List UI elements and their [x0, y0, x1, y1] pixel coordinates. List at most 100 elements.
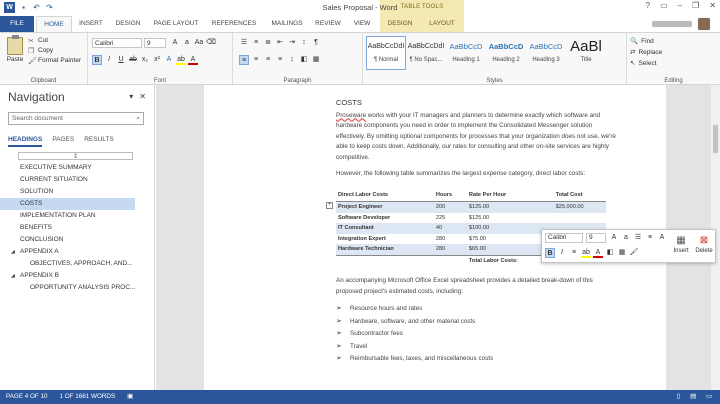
justify-icon[interactable]: ≡ — [275, 55, 285, 65]
bold-icon[interactable]: B — [92, 55, 102, 65]
expand-triangle-icon[interactable]: ◢ — [11, 246, 15, 258]
tab-references[interactable]: REFERENCES — [206, 16, 262, 32]
web-layout-icon[interactable]: ▭ — [706, 390, 712, 404]
nav-heading-item[interactable]: OPPORTUNITY ANALYSIS PROC... — [0, 282, 154, 294]
table-cell[interactable]: 280 — [434, 234, 467, 245]
nav-heading-item[interactable]: ◢ APPENDIX A — [0, 246, 154, 258]
style-normal[interactable]: AaBbCcDdI ¶ Normal — [366, 36, 406, 70]
replace-button[interactable]: ⇄ Replace — [630, 47, 662, 58]
table-row[interactable]: Project Engineer 200 $125.00 $25,000.00 — [336, 201, 606, 213]
table-cell[interactable] — [336, 254, 434, 266]
highlight-icon[interactable]: ab — [176, 55, 186, 65]
sort-icon[interactable]: ↕ — [299, 38, 309, 48]
help-icon[interactable]: ? — [646, 1, 650, 10]
shrink-font-icon[interactable]: a — [182, 38, 192, 48]
ribbon-display-icon[interactable]: ▭ — [660, 1, 668, 10]
styles-icon[interactable]: A — [657, 233, 667, 243]
read-mode-icon[interactable]: ▯ — [677, 390, 680, 404]
chevron-down-icon[interactable]: ▾ — [129, 92, 133, 101]
nav-heading-item[interactable]: EXECUTIVE SUMMARY — [0, 162, 154, 174]
highlight-icon[interactable]: ab — [581, 248, 591, 258]
copy-button[interactable]: ❐ Copy — [28, 46, 81, 56]
tab-page-layout[interactable]: PAGE LAYOUT — [148, 16, 204, 32]
tab-table-design[interactable]: DESIGN — [380, 16, 420, 32]
tab-review[interactable]: REVIEW — [311, 16, 345, 32]
tab-table-layout[interactable]: LAYOUT — [420, 16, 464, 32]
table-cell[interactable] — [554, 213, 606, 224]
italic-icon[interactable]: I — [104, 55, 114, 65]
borders-icon[interactable]: ▦ — [617, 248, 627, 258]
nav-heading-item[interactable]: COSTS — [0, 198, 135, 210]
show-marks-icon[interactable]: ¶ — [311, 38, 321, 48]
font-color-icon[interactable]: A — [188, 55, 198, 65]
search-icon[interactable]: ⌕ — [136, 113, 140, 124]
tab-results[interactable]: RESULTS — [84, 136, 114, 147]
print-layout-icon[interactable]: ▤ — [690, 390, 696, 404]
superscript-icon[interactable]: x² — [152, 55, 162, 65]
font-size-select[interactable]: 9 — [144, 38, 166, 48]
borders-icon[interactable]: ▦ — [311, 55, 321, 65]
grow-font-icon[interactable]: A — [170, 38, 180, 48]
tab-view[interactable]: VIEW — [347, 16, 377, 32]
table-row[interactable]: Software Developer 225 $125.00 — [336, 213, 606, 224]
tab-design[interactable]: DESIGN — [110, 16, 146, 32]
shading-icon[interactable]: ◧ — [605, 248, 615, 258]
tab-insert[interactable]: INSERT — [74, 16, 108, 32]
font-color-icon[interactable]: A — [593, 248, 603, 258]
bullets-icon[interactable]: ☰ — [633, 233, 643, 243]
minimize-icon[interactable]: – — [678, 1, 682, 10]
text-effects-icon[interactable]: A — [164, 55, 174, 65]
style-heading-1[interactable]: AaBbCcD Heading 1 — [446, 36, 486, 70]
nav-heading-item[interactable]: CONCLUSION — [0, 234, 154, 246]
table-cell[interactable]: 40 — [433, 223, 467, 234]
nav-heading-item[interactable]: ◢ APPENDIX B — [0, 270, 154, 282]
strikethrough-icon[interactable]: ab — [128, 55, 138, 65]
style-title[interactable]: AaBl Title — [566, 36, 606, 70]
align-right-icon[interactable]: ≡ — [263, 55, 273, 65]
delete-button[interactable]: ⊠ Delete — [693, 234, 715, 254]
align-center-icon[interactable]: ≡ — [569, 248, 579, 258]
collapse-all-button[interactable]: ⩲ — [18, 152, 133, 160]
tab-file[interactable]: FILE — [0, 16, 34, 32]
close-icon[interactable]: ✕ — [709, 1, 716, 10]
format-painter-button[interactable]: 🖌 Format Painter — [28, 56, 81, 66]
underline-icon[interactable]: U — [116, 55, 126, 65]
select-button[interactable]: ↖ Select — [630, 58, 662, 69]
find-button[interactable]: 🔍 Find — [630, 36, 662, 47]
table-cell[interactable]: 280 — [433, 244, 467, 255]
table-cell[interactable]: Hardware Technician — [336, 244, 434, 255]
numbering-icon[interactable]: ≡ — [251, 38, 261, 48]
nav-heading-item[interactable]: IMPLEMENTATION PLAN — [0, 210, 154, 222]
italic-icon[interactable]: I — [557, 248, 567, 258]
shading-icon[interactable]: ◧ — [299, 55, 309, 65]
line-spacing-icon[interactable]: ↕ — [287, 55, 297, 65]
paste-button[interactable]: Paste — [5, 35, 25, 63]
bullets-icon[interactable]: ☰ — [239, 38, 249, 48]
tab-mailings[interactable]: MAILINGS — [264, 16, 310, 32]
style-heading-2[interactable]: AaBbCcD Heading 2 — [486, 36, 526, 70]
table-cell[interactable]: 200 — [433, 201, 467, 213]
align-center-icon[interactable]: ≡ — [251, 55, 261, 65]
align-left-icon[interactable]: ≡ — [239, 55, 249, 65]
page-count[interactable]: PAGE 4 OF 10 — [6, 390, 48, 404]
table-cell[interactable]: Software Developer — [336, 213, 434, 224]
scrollbar-thumb[interactable] — [713, 125, 718, 153]
tab-headings[interactable]: HEADINGS — [8, 136, 43, 147]
nav-heading-item[interactable]: BENEFITS — [0, 222, 154, 234]
increase-indent-icon[interactable]: ⇥ — [287, 38, 297, 48]
table-cell[interactable]: Project Engineer — [336, 201, 434, 213]
proofing-icon[interactable]: ▣ — [127, 390, 133, 404]
table-cell[interactable]: 225 — [434, 213, 467, 224]
font-name-select[interactable]: Calibri — [545, 233, 583, 243]
restore-icon[interactable]: ❐ — [692, 1, 699, 10]
insert-button[interactable]: ▦ Insert — [671, 234, 691, 254]
font-size-select[interactable]: 9 — [586, 233, 606, 243]
table-cell[interactable]: $25,000.00 — [553, 201, 606, 213]
misspelled-word[interactable]: Proseware — [336, 112, 366, 119]
table-cell[interactable] — [433, 254, 467, 266]
cut-button[interactable]: ✂ Cut — [28, 36, 81, 46]
format-painter-icon[interactable]: 🖌 — [629, 248, 639, 258]
subscript-icon[interactable]: x₂ — [140, 55, 150, 65]
bold-icon[interactable]: B — [545, 248, 555, 258]
style-no-spacing[interactable]: AaBbCcDdI ¶ No Spac... — [406, 36, 446, 70]
